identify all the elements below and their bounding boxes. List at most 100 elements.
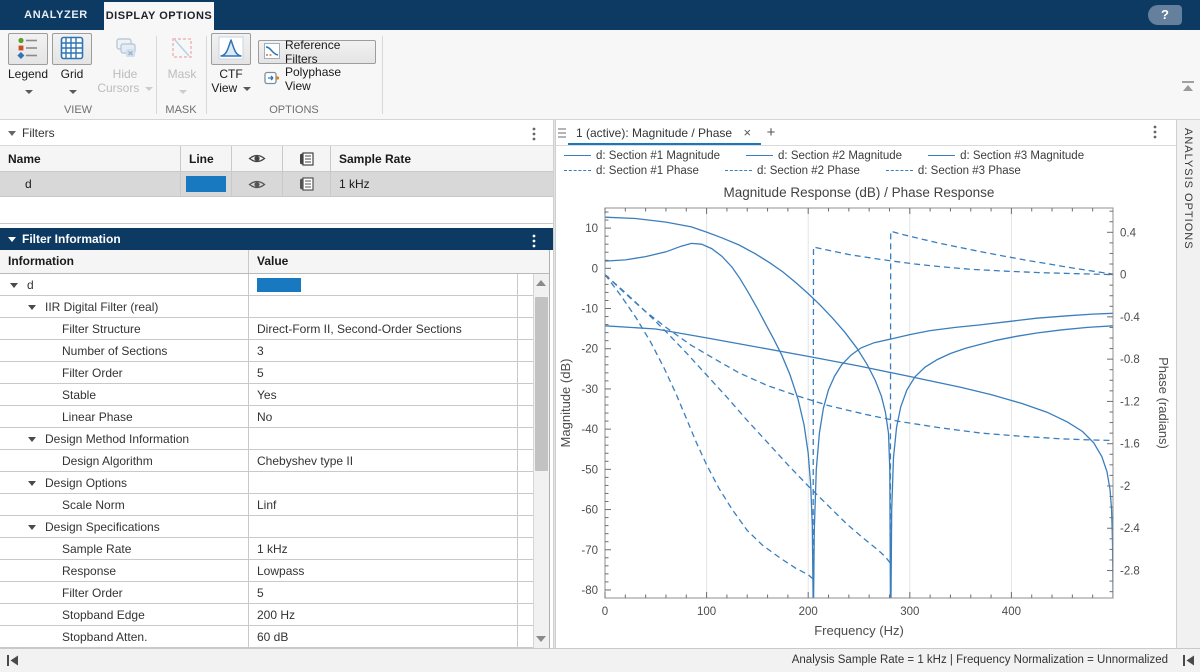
scroll-thumb[interactable] bbox=[535, 297, 548, 471]
tree-expand-icon[interactable] bbox=[28, 305, 36, 310]
plot-tab-active[interactable]: 1 (active): Magnitude / Phase × bbox=[568, 120, 761, 145]
grid-dropdown-icon[interactable] bbox=[69, 90, 77, 94]
plot-tab-bar: 1 (active): Magnitude / Phase × + bbox=[556, 120, 1176, 146]
filters-menu-icon[interactable] bbox=[527, 125, 541, 141]
analysis-options-strip[interactable]: ANALYSIS OPTIONS bbox=[1176, 120, 1200, 648]
polyphase-view-button[interactable]: Polyphase View bbox=[258, 67, 376, 91]
tab-display-options[interactable]: DISPLAY OPTIONS bbox=[104, 2, 214, 30]
filter-info-row[interactable]: Stable Yes bbox=[0, 384, 549, 406]
filter-information-menu-icon[interactable] bbox=[527, 233, 541, 249]
filter-info-row[interactable]: Stopband Edge200 Hz bbox=[0, 604, 549, 626]
filter-info-row[interactable]: Design AlgorithmChebyshev type II bbox=[0, 450, 549, 472]
legend-entry: d: Section #3 Phase bbox=[886, 165, 1021, 177]
filter-info-row[interactable]: Filter Order5 bbox=[0, 582, 549, 604]
chart-svg[interactable]: 0100200300400100-10-20-30-40-50-60-70-80… bbox=[556, 176, 1176, 648]
column-header-info bbox=[283, 146, 331, 171]
filter-info-row[interactable]: Sample Rate1 kHz bbox=[0, 538, 549, 560]
filter-info-row[interactable]: Design Options bbox=[0, 472, 549, 494]
svg-text:Phase (radians): Phase (radians) bbox=[1156, 357, 1171, 449]
info-label: Stable bbox=[62, 388, 96, 402]
info-value: Lowpass bbox=[257, 564, 304, 578]
plot-menu-icon[interactable] bbox=[1148, 124, 1162, 140]
solid-line-swatch bbox=[564, 155, 591, 156]
filters-collapse-icon[interactable] bbox=[8, 131, 16, 136]
column-header-visibility bbox=[232, 146, 283, 171]
tree-expand-icon[interactable] bbox=[10, 283, 18, 288]
legend-icon bbox=[16, 36, 40, 63]
tree-expand-icon[interactable] bbox=[28, 525, 36, 530]
filter-info-row[interactable]: IIR Digital Filter (real) bbox=[0, 296, 549, 318]
filter-info-row[interactable]: Stopband Atten.60 dB bbox=[0, 626, 549, 648]
info-label: Stopband Edge bbox=[62, 608, 145, 622]
legend-label: d: Section #3 Phase bbox=[918, 165, 1021, 177]
legend-button[interactable]: Legend bbox=[6, 33, 50, 90]
filter-info-toggle[interactable] bbox=[283, 172, 331, 196]
filters-table-header: Name Line Sample Rate bbox=[0, 146, 553, 172]
eye-icon bbox=[248, 178, 266, 191]
legend-label: d: Section #3 Magnitude bbox=[960, 150, 1084, 162]
filter-info-row[interactable]: d bbox=[0, 274, 549, 296]
filter-info-row[interactable]: Design Specifications bbox=[0, 516, 549, 538]
polyphase-view-label: Polyphase View bbox=[285, 65, 370, 93]
collapse-toolbar-icon[interactable] bbox=[1180, 80, 1196, 94]
filter-info-row[interactable]: Scale NormLinf bbox=[0, 494, 549, 516]
tree-expand-icon[interactable] bbox=[28, 437, 36, 442]
group-label-view: VIEW bbox=[0, 104, 156, 116]
close-tab-icon[interactable]: × bbox=[743, 125, 751, 140]
filter-info-row[interactable]: Linear PhaseNo bbox=[0, 406, 549, 428]
column-header-line: Line bbox=[181, 146, 232, 171]
filter-info-row[interactable]: Filter StructureDirect-Form II, Second-O… bbox=[0, 318, 549, 340]
legend-label: d: Section #1 Magnitude bbox=[596, 150, 720, 162]
reference-filters-label: Reference Filters bbox=[285, 38, 370, 66]
drag-grip-icon[interactable] bbox=[558, 126, 566, 140]
filter-info-row[interactable]: Number of Sections3 bbox=[0, 340, 549, 362]
grid-icon bbox=[60, 36, 84, 63]
hide-cursors-label-1: Hide bbox=[96, 67, 154, 81]
help-button[interactable]: ? bbox=[1148, 5, 1182, 25]
info-label: Scale Norm bbox=[62, 498, 125, 512]
info-label: Number of Sections bbox=[62, 344, 167, 358]
ctf-view-icon bbox=[218, 36, 244, 63]
svg-text:0: 0 bbox=[602, 606, 608, 618]
toolbar-separator bbox=[206, 36, 207, 114]
solid-line-swatch bbox=[746, 155, 773, 156]
filter-information-column-headers: Information Value bbox=[0, 250, 549, 274]
tree-expand-icon[interactable] bbox=[28, 481, 36, 486]
collapse-left-panel-icon[interactable] bbox=[6, 654, 20, 670]
group-label-mask: MASK bbox=[156, 104, 206, 116]
filter-information-collapse-icon[interactable] bbox=[8, 237, 16, 242]
reference-filters-button[interactable]: Reference Filters bbox=[258, 40, 376, 64]
collapse-right-panel-icon[interactable] bbox=[1182, 654, 1196, 670]
ctf-view-button[interactable]: CTF View bbox=[208, 33, 254, 95]
group-label-options: OPTIONS bbox=[206, 104, 382, 116]
svg-text:0.4: 0.4 bbox=[1120, 227, 1137, 239]
scrollbar[interactable] bbox=[533, 274, 549, 648]
svg-text:10: 10 bbox=[585, 223, 598, 235]
scroll-up-icon[interactable] bbox=[536, 280, 546, 286]
scroll-down-icon[interactable] bbox=[536, 636, 546, 642]
tab-analyzer[interactable]: ANALYZER bbox=[18, 0, 94, 30]
filters-panel-title: Filters bbox=[22, 126, 55, 140]
filter-info-row[interactable]: ResponseLowpass bbox=[0, 560, 549, 582]
svg-text:-10: -10 bbox=[581, 304, 598, 316]
legend-entry: d: Section #2 Magnitude bbox=[746, 150, 902, 162]
info-label: Filter Structure bbox=[62, 322, 141, 336]
legend-dropdown-icon[interactable] bbox=[25, 90, 33, 94]
filter-line-color-swatch[interactable] bbox=[186, 176, 226, 192]
filter-color-swatch[interactable] bbox=[257, 278, 301, 292]
svg-text:-70: -70 bbox=[581, 545, 598, 557]
info-label: Linear Phase bbox=[62, 410, 133, 424]
filter-info-row[interactable]: Design Method Information bbox=[0, 428, 549, 450]
ctf-view-dropdown-icon[interactable] bbox=[243, 87, 251, 91]
reference-filters-icon bbox=[264, 43, 280, 62]
add-tab-button[interactable]: + bbox=[761, 122, 781, 144]
info-label: Stopband Atten. bbox=[62, 630, 147, 644]
info-value: Yes bbox=[257, 388, 277, 402]
mask-dropdown-icon bbox=[179, 90, 187, 94]
hide-cursors-icon bbox=[113, 36, 137, 63]
analysis-options-label: ANALYSIS OPTIONS bbox=[1182, 128, 1194, 250]
filter-info-row[interactable]: Filter Order5 bbox=[0, 362, 549, 384]
filter-row-d[interactable]: d 1 kHz bbox=[0, 172, 553, 197]
grid-button[interactable]: Grid bbox=[52, 33, 92, 90]
filter-visibility-toggle[interactable] bbox=[232, 172, 283, 196]
